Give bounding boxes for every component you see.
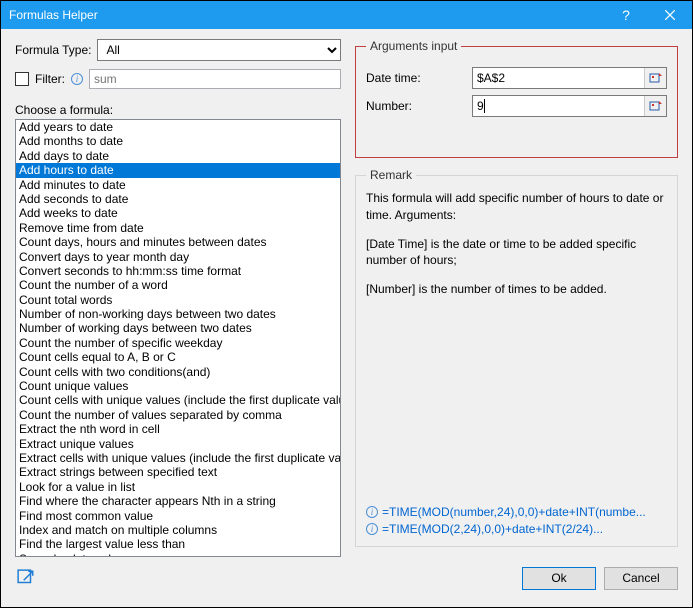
window-title: Formulas Helper bbox=[9, 8, 604, 22]
titlebar: Formulas Helper ? bbox=[1, 1, 692, 29]
close-button[interactable] bbox=[648, 1, 692, 29]
filter-checkbox[interactable] bbox=[15, 72, 29, 86]
list-item[interactable]: Index and match on multiple columns bbox=[16, 523, 340, 537]
list-item[interactable]: Add years to date bbox=[16, 120, 340, 134]
list-item[interactable]: Look for a value in list bbox=[16, 480, 340, 494]
list-item[interactable]: Extract cells with unique values (includ… bbox=[16, 451, 340, 465]
list-item[interactable]: Convert seconds to hh:mm:ss time format bbox=[16, 264, 340, 278]
list-item[interactable]: Count the number of specific weekday bbox=[16, 336, 340, 350]
range-picker-icon[interactable] bbox=[644, 96, 666, 116]
list-item[interactable]: Sum absolute values bbox=[16, 552, 340, 557]
dialog-window: Formulas Helper ? Formula Type: All Filt… bbox=[0, 0, 693, 608]
remark-text-datetime: [Date Time] is the date or time to be ad… bbox=[366, 236, 667, 270]
list-item[interactable]: Find where the character appears Nth in … bbox=[16, 494, 340, 508]
list-item[interactable]: Add days to date bbox=[16, 149, 340, 163]
ok-button[interactable]: Ok bbox=[522, 567, 596, 590]
list-item[interactable]: Count cells with unique values (include … bbox=[16, 393, 340, 407]
remark-fieldset: Remark This formula will add specific nu… bbox=[355, 168, 678, 547]
dialog-footer: Ok Cancel bbox=[1, 563, 692, 599]
list-item[interactable]: Count the number of a word bbox=[16, 278, 340, 292]
list-item[interactable]: Extract unique values bbox=[16, 437, 340, 451]
range-picker-icon[interactable] bbox=[644, 68, 666, 88]
arg-input-number-value[interactable]: 9 bbox=[477, 99, 484, 113]
filter-label: Filter: bbox=[35, 72, 65, 86]
list-item[interactable]: Remove time from date bbox=[16, 221, 340, 235]
arg-label-datetime: Date time: bbox=[366, 71, 466, 85]
formula-listbox[interactable]: Add years to dateAdd months to dateAdd d… bbox=[15, 119, 341, 557]
list-item[interactable]: Count the number of values separated by … bbox=[16, 408, 340, 422]
remark-text-number: [Number] is the number of times to be ad… bbox=[366, 281, 667, 298]
arguments-legend: Arguments input bbox=[366, 39, 461, 53]
list-item[interactable]: Count days, hours and minutes between da… bbox=[16, 235, 340, 249]
arg-input-datetime[interactable] bbox=[473, 68, 644, 88]
list-item[interactable]: Count cells with two conditions(and) bbox=[16, 365, 340, 379]
list-item[interactable]: Add weeks to date bbox=[16, 206, 340, 220]
list-item[interactable]: Add seconds to date bbox=[16, 192, 340, 206]
info-icon: i bbox=[366, 523, 378, 535]
list-item[interactable]: Count total words bbox=[16, 293, 340, 307]
arguments-fieldset: Arguments input Date time: Number: 9 bbox=[355, 39, 678, 158]
list-item[interactable]: Find the largest value less than bbox=[16, 537, 340, 551]
cancel-button[interactable]: Cancel bbox=[604, 567, 678, 590]
choose-formula-label: Choose a formula: bbox=[15, 103, 341, 117]
list-item[interactable]: Add months to date bbox=[16, 134, 340, 148]
formula-preview-generic: i =TIME(MOD(number,24),0,0)+date+INT(num… bbox=[366, 505, 667, 519]
info-icon: i bbox=[366, 506, 378, 518]
formula-type-select[interactable]: All bbox=[97, 39, 341, 61]
list-item[interactable]: Find most common value bbox=[16, 509, 340, 523]
remark-legend: Remark bbox=[366, 168, 416, 182]
list-item[interactable]: Number of non-working days between two d… bbox=[16, 307, 340, 321]
list-item[interactable]: Add minutes to date bbox=[16, 178, 340, 192]
arg-label-number: Number: bbox=[366, 99, 466, 113]
list-item[interactable]: Extract the nth word in cell bbox=[16, 422, 340, 436]
list-item[interactable]: Count cells equal to A, B or C bbox=[16, 350, 340, 364]
share-icon[interactable] bbox=[15, 567, 37, 589]
info-icon[interactable]: i bbox=[71, 73, 83, 85]
formula-type-label: Formula Type: bbox=[15, 43, 91, 57]
list-item[interactable]: Add hours to date bbox=[16, 163, 340, 177]
filter-input[interactable] bbox=[89, 69, 341, 89]
list-item[interactable]: Extract strings between specified text bbox=[16, 465, 340, 479]
remark-text-intro: This formula will add specific number of… bbox=[366, 190, 667, 224]
formula-preview-resolved: i =TIME(MOD(2,24),0,0)+date+INT(2/24)... bbox=[366, 522, 667, 536]
help-button[interactable]: ? bbox=[604, 1, 648, 29]
list-item[interactable]: Number of working days between two dates bbox=[16, 321, 340, 335]
list-item[interactable]: Convert days to year month day bbox=[16, 250, 340, 264]
list-item[interactable]: Count unique values bbox=[16, 379, 340, 393]
